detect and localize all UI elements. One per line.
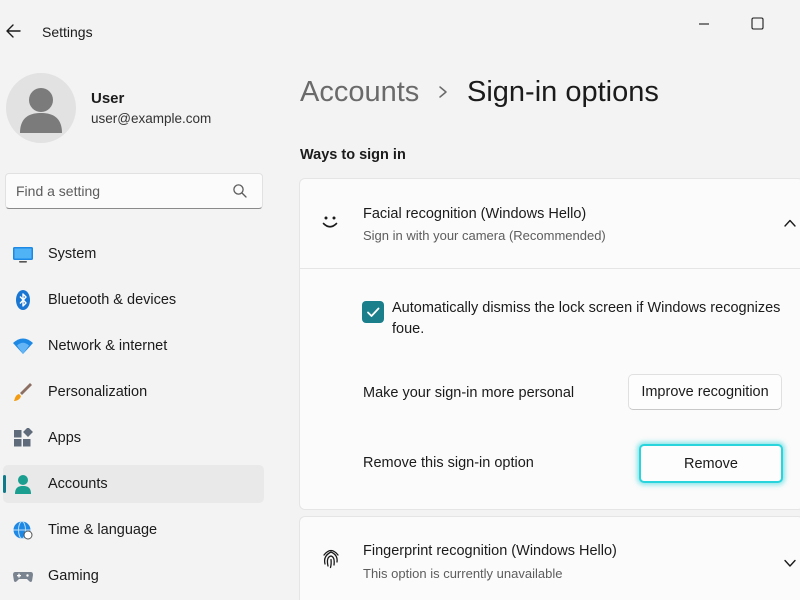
chevron-down-icon[interactable]: [783, 557, 797, 569]
dismiss-lock-screen-checkbox[interactable]: [362, 301, 384, 323]
sidebar-item-label: Apps: [48, 430, 82, 446]
fingerprint-recognition-card: Fingerprint recognition (Windows Hello) …: [299, 516, 800, 600]
improve-recognition-button[interactable]: Improve recognition: [628, 374, 782, 410]
user-email: user@example.com: [91, 111, 212, 126]
sidebar-item-network[interactable]: Network & internet: [3, 327, 264, 365]
fingerprint-recognition-title: Fingerprint recognition (Windows Hello): [363, 543, 617, 559]
facial-recognition-title: Facial recognition (Windows Hello): [363, 206, 587, 222]
maximize-icon: [751, 17, 764, 30]
personal-sign-in-label: Make your sign-in more personal: [363, 385, 575, 401]
dismiss-lock-screen-label: Automatically dismiss the lock screen if…: [392, 300, 781, 337]
remove-button[interactable]: Remove: [639, 444, 783, 483]
facial-recognition-header[interactable]: Facial recognition (Windows Hello) Sign …: [300, 179, 800, 269]
sidebar-item-system[interactable]: System: [3, 235, 264, 273]
back-arrow-icon: [6, 24, 21, 38]
brush-icon: [14, 383, 32, 401]
facial-recognition-subtitle: Sign in with your camera (Recommended): [363, 228, 606, 243]
sidebar-item-label: Accounts: [48, 476, 108, 492]
sidebar-item-label: Gaming: [48, 568, 99, 584]
sidebar-item-accounts[interactable]: Accounts: [3, 465, 264, 503]
apps-icon: [14, 428, 33, 447]
app-title: Settings: [42, 24, 93, 40]
smiley-face-icon: [322, 216, 338, 228]
remove-sign-in-label: Remove this sign-in option: [363, 455, 534, 471]
back-button[interactable]: [4, 20, 24, 42]
page-title: Sign-in options: [467, 76, 659, 108]
system-icon: [13, 247, 33, 263]
sidebar-item-time-language[interactable]: Time & language: [3, 511, 264, 549]
checkmark-icon: [367, 307, 380, 317]
chevron-right-icon: [439, 86, 447, 98]
avatar[interactable]: [6, 73, 76, 143]
breadcrumb-parent[interactable]: Accounts: [300, 76, 419, 109]
facial-recognition-card: Facial recognition (Windows Hello) Sign …: [299, 178, 800, 510]
title-bar: Settings: [0, 0, 800, 62]
sidebar-item-label: Personalization: [48, 384, 148, 400]
minimize-icon: [699, 23, 709, 25]
sidebar-item-label: Bluetooth & devices: [48, 292, 177, 308]
fingerprint-icon: [323, 549, 339, 569]
accounts-icon: [15, 475, 31, 494]
minimize-button[interactable]: [691, 14, 717, 34]
maximize-button[interactable]: [744, 14, 770, 34]
fingerprint-recognition-header[interactable]: Fingerprint recognition (Windows Hello) …: [300, 517, 800, 600]
chevron-up-icon[interactable]: [783, 217, 797, 229]
sidebar-item-bluetooth[interactable]: Bluetooth & devices: [3, 281, 264, 319]
sidebar-item-gaming[interactable]: Gaming: [3, 557, 264, 595]
search-input[interactable]: [16, 181, 226, 201]
section-heading: Ways to sign in: [300, 147, 406, 163]
globe-icon: [13, 521, 33, 540]
sidebar-item-personalization[interactable]: Personalization: [3, 373, 264, 411]
wifi-icon: [13, 338, 33, 354]
user-avatar-icon: [20, 88, 62, 133]
fingerprint-recognition-subtitle: This option is currently unavailable: [363, 566, 563, 581]
search-box[interactable]: [5, 173, 263, 209]
sidebar-item-label: System: [48, 246, 97, 262]
sidebar-item-apps[interactable]: Apps: [3, 419, 264, 457]
bluetooth-icon: [16, 290, 30, 310]
search-icon[interactable]: [232, 183, 248, 199]
gamepad-icon: [13, 572, 33, 582]
selection-indicator: [3, 475, 6, 493]
sidebar-item-label: Time & language: [48, 522, 158, 538]
sidebar-item-label: Network & internet: [48, 338, 168, 354]
user-name: User: [91, 90, 125, 107]
